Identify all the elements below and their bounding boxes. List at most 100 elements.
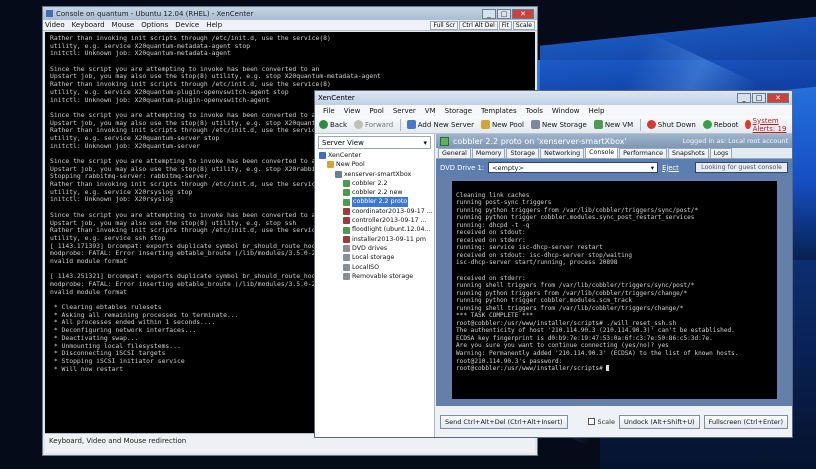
menu-templates[interactable]: Templates (481, 107, 517, 115)
vm-console-line: received on stdout: isc-dhcp-server stop… (456, 252, 773, 260)
back-label: Back (330, 120, 347, 129)
menu-window[interactable]: Window (552, 107, 580, 115)
dvd-drive-label: DVD Drive 1: (440, 163, 485, 172)
menu-vm[interactable]: VM (425, 107, 436, 115)
eject-link[interactable]: Eject (662, 164, 679, 172)
tree-item[interactable]: coordinator2013-09-17 ... (315, 207, 434, 216)
storage-icon (530, 120, 540, 129)
tab-storage[interactable]: Storage (506, 148, 540, 158)
xc-maximize-button[interactable]: □ (752, 93, 766, 103)
scale-button[interactable]: Scale (512, 20, 535, 30)
tree-item[interactable]: cobbler 2.2 proto (315, 197, 434, 207)
full-screen-button[interactable]: Full Scr (430, 20, 459, 30)
tab-general[interactable]: General (438, 148, 471, 158)
menu-file[interactable]: File (323, 107, 335, 115)
system-alerts-button[interactable]: System Alerts: 19 (745, 117, 788, 133)
menu-device[interactable]: Device (175, 21, 199, 29)
menu-storage[interactable]: Storage (445, 107, 472, 115)
looking-for-guest-console-button[interactable]: Looking for guest console (695, 162, 788, 173)
tree-item[interactable]: DVD drives (315, 244, 434, 253)
vm-console-line: Are you sure you want to continue connec… (456, 342, 773, 350)
forward-button[interactable]: Forward (354, 120, 393, 129)
new-vm-button[interactable]: New VM (593, 120, 633, 129)
tree-item[interactable]: installer2013-09-11 pm (315, 235, 434, 244)
back-button[interactable]: Back (319, 120, 347, 129)
resource-tree: XenCenter New Pool xenserver-smartXbox cobb… (315, 151, 434, 281)
scale-label: Scale (597, 417, 615, 426)
menu-view[interactable]: View (344, 107, 361, 115)
menu-pool[interactable]: Pool (369, 107, 383, 115)
vm-console-line: root@210.114.90.3's password: (456, 358, 773, 366)
tree-item-label: installer2013-09-11 pm (352, 235, 427, 243)
vm-console-line-text: Cleaning link caches (456, 191, 530, 199)
xc-close-button[interactable]: ✕ (767, 93, 789, 103)
tree-item[interactable]: cobbler 2.2 (315, 179, 434, 188)
tree-item[interactable]: XenCenter (315, 151, 434, 160)
fit-button[interactable]: Fit (498, 20, 512, 30)
tab-networking[interactable]: Networking (540, 148, 585, 158)
xc-minimize-button[interactable]: _ (737, 93, 751, 103)
tab-performance[interactable]: Performance (619, 148, 668, 158)
tree-item[interactable]: controller2013-09-17 ... (315, 216, 434, 225)
tree-item[interactable]: xenserver-smartXbox (315, 170, 434, 179)
new-pool-label: New Pool (491, 120, 524, 129)
tab-snapshots[interactable]: Snapshots (668, 148, 709, 158)
tree-item[interactable]: LocalISO (315, 263, 434, 272)
tab-memory[interactable]: Memory (471, 148, 506, 158)
vm-console-line-text: ECDSA key fingerprint is d0:b9:7e:19:47:… (456, 334, 713, 342)
tab-logs[interactable]: Logs (709, 148, 733, 158)
view-select[interactable]: Server View ▾ (318, 136, 431, 149)
storage-icon (343, 254, 350, 262)
tree-item[interactable]: Removable storage (315, 272, 434, 281)
vm-header: cobbler 2.2 proto on 'xenserver-smartXbo… (436, 134, 792, 148)
menu-options[interactable]: Options (141, 21, 168, 29)
vm-console-line-text: isc-dhcp-server start/running, process 2… (456, 259, 618, 267)
console-window-title: Console on quantum - Ubuntu 12.04 (RHEL)… (56, 9, 254, 18)
undock-button[interactable]: Undock (Alt+Shift+U) (618, 414, 700, 429)
xencenter-window[interactable]: XenCenter _ □ ✕ File View Pool Server VM… (314, 90, 793, 438)
xencenter-toolbar: Back Forward Add New Server New Pool New… (315, 116, 792, 134)
ctrl-alt-del-button[interactable]: Ctrl Alt Del (459, 20, 498, 30)
console-menubar: Video Keyboard Mouse Options Device Help… (43, 20, 537, 31)
new-pool-button[interactable]: New Pool (480, 120, 524, 129)
vm-console-line: *** TASK COMPLETE *** (456, 312, 773, 320)
vm-console-line-text: running python triggers from /var/lib/co… (456, 289, 688, 297)
tree-item[interactable]: cobbler 2.2 new (315, 188, 434, 197)
menu-video[interactable]: Video (45, 21, 65, 29)
xencenter-titlebar[interactable]: XenCenter _ □ ✕ (315, 91, 792, 105)
tree-item-label: cobbler 2.2 proto (352, 197, 409, 207)
vm-console-line (456, 267, 773, 275)
login-status: Logged in as: Local root account (682, 137, 788, 145)
vm-console-line: running shell triggers from /var/lib/cob… (456, 282, 773, 290)
reboot-button[interactable]: Reboot (702, 120, 738, 129)
fullscreen-button[interactable]: Fullscreen (Ctrl+Enter) (703, 414, 788, 429)
menu-keyboard[interactable]: Keyboard (72, 21, 105, 29)
send-ctrl-alt-del-button[interactable]: Send Ctrl+Alt+Del (Ctrl+Alt+Insert) (440, 414, 568, 429)
tree-item[interactable]: New Pool (315, 160, 434, 169)
add-new-server-button[interactable]: Add New Server (406, 120, 474, 129)
pool-icon (480, 120, 490, 129)
menu-server[interactable]: Server (393, 107, 416, 115)
tree-item[interactable]: Local storage (315, 253, 434, 262)
new-storage-button[interactable]: New Storage (530, 120, 587, 129)
vm-console-line-text: received on stdout: (456, 229, 526, 237)
vm-console-line: ECDSA key fingerprint is d0:b9:7e:19:47:… (456, 335, 773, 343)
terminal-line: Rather than invoking init scripts throug… (50, 81, 331, 89)
menu-help[interactable]: Help (206, 21, 222, 29)
maximize-button[interactable]: □ (497, 8, 511, 19)
tab-console[interactable]: Console (585, 147, 619, 158)
close-button[interactable]: ✕ (512, 8, 534, 19)
tree-item[interactable]: floodlight (ubunt.12.04... (315, 225, 434, 234)
menu-tools[interactable]: Tools (526, 107, 543, 115)
shut-down-button[interactable]: Shut Down (646, 120, 696, 129)
console-bottom-bar: Send Ctrl+Alt+Del (Ctrl+Alt+Insert) Scal… (436, 406, 792, 437)
dvd-drive-select[interactable]: <empty> ▾ (488, 162, 659, 173)
console-titlebar[interactable]: Console on quantum - Ubuntu 12.04 (RHEL)… (43, 7, 537, 20)
xencenter-icon (319, 152, 326, 160)
vm-console-screen[interactable]: Cleaning link caches running post-sync tr… (452, 181, 777, 399)
scale-checkbox[interactable]: Scale (588, 418, 615, 426)
menu-help[interactable]: Help (588, 107, 604, 115)
shut-down-label: Shut Down (657, 120, 696, 129)
menu-mouse[interactable]: Mouse (112, 21, 135, 29)
minimize-button[interactable]: _ (482, 8, 496, 19)
